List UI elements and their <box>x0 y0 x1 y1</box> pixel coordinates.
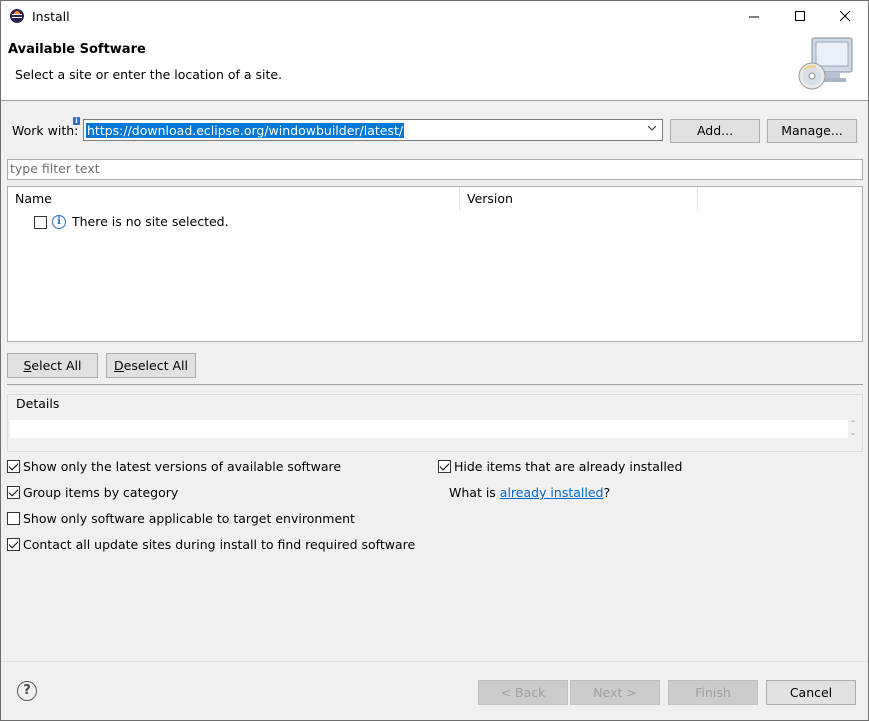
minimize-button[interactable] <box>731 1 777 32</box>
filter-input[interactable] <box>8 160 852 177</box>
back-button[interactable]: < Back <box>478 680 568 705</box>
row-name: There is no site selected. <box>72 214 229 229</box>
wizard-header: Available Software Select a site or ente… <box>1 32 868 101</box>
target-env-checkbox[interactable] <box>7 512 20 525</box>
manage-sites-button[interactable]: Manage... <box>767 119 857 143</box>
what-is-suffix: ? <box>603 485 611 500</box>
latest-versions-label[interactable]: Show only the latest versions of availab… <box>23 459 341 474</box>
hide-installed-checkbox[interactable] <box>438 460 451 473</box>
title-bar: Install <box>1 1 868 32</box>
deselect-all-button[interactable]: Deselect All <box>106 353 196 378</box>
what-is-installed: What is already installed? <box>449 485 610 500</box>
row-checkbox[interactable] <box>34 216 47 229</box>
group-by-category-checkbox[interactable] <box>7 486 20 499</box>
footer-separator <box>1 661 868 662</box>
finish-button[interactable]: Finish <box>668 680 758 705</box>
hide-installed-label[interactable]: Hide items that are already installed <box>454 459 682 474</box>
help-icon[interactable]: ? <box>17 681 37 701</box>
select-all-button[interactable]: Select All <box>7 353 98 378</box>
details-group: Details ⌃ ⌄ <box>7 394 863 452</box>
work-with-label: Work with: <box>12 123 79 138</box>
page-description: Select a site or enter the location of a… <box>15 67 283 82</box>
chevron-down-icon[interactable] <box>648 124 656 132</box>
next-button[interactable]: Next > <box>570 680 660 705</box>
separator <box>7 384 863 385</box>
work-with-combo[interactable]: https://download.eclipse.org/windowbuild… <box>83 119 663 141</box>
close-button[interactable] <box>822 1 868 32</box>
software-table: Name Version i There is no site selected… <box>7 186 863 342</box>
deselect-all-rest: eselect All <box>123 358 188 373</box>
contact-sites-label[interactable]: Contact all update sites during install … <box>23 537 415 552</box>
select-all-rest: elect All <box>31 358 82 373</box>
info-icon: i <box>52 215 66 229</box>
page-title: Available Software <box>8 42 146 57</box>
column-header-name[interactable]: Name <box>8 187 460 211</box>
maximize-button[interactable] <box>777 1 823 32</box>
latest-versions-checkbox[interactable] <box>7 460 20 473</box>
cancel-button[interactable]: Cancel <box>766 680 856 705</box>
minimize-icon <box>748 16 759 18</box>
add-site-button[interactable]: Add... <box>670 119 760 143</box>
column-header-version[interactable]: Version <box>460 187 698 211</box>
what-is-prefix: What is <box>449 485 500 500</box>
deselect-all-mnemonic: D <box>114 358 124 373</box>
group-by-category-label[interactable]: Group items by category <box>23 485 178 500</box>
work-with-value[interactable]: https://download.eclipse.org/windowbuild… <box>86 123 405 138</box>
window-title: Install <box>32 9 70 24</box>
install-dialog: Install Available Software Select a site… <box>0 0 869 721</box>
maximize-icon <box>794 11 805 21</box>
details-label: Details <box>16 396 60 411</box>
target-env-label[interactable]: Show only software applicable to target … <box>23 511 355 526</box>
filter-field[interactable] <box>7 159 863 180</box>
info-decoration-icon: i <box>73 117 80 125</box>
details-scrollbar[interactable]: ⌃ ⌄ <box>848 419 858 439</box>
already-installed-link[interactable]: already installed <box>500 485 604 500</box>
contact-sites-checkbox[interactable] <box>7 538 20 551</box>
close-icon <box>839 11 850 22</box>
eclipse-icon <box>10 9 24 23</box>
software-install-icon <box>798 37 853 90</box>
details-text[interactable] <box>10 420 848 438</box>
